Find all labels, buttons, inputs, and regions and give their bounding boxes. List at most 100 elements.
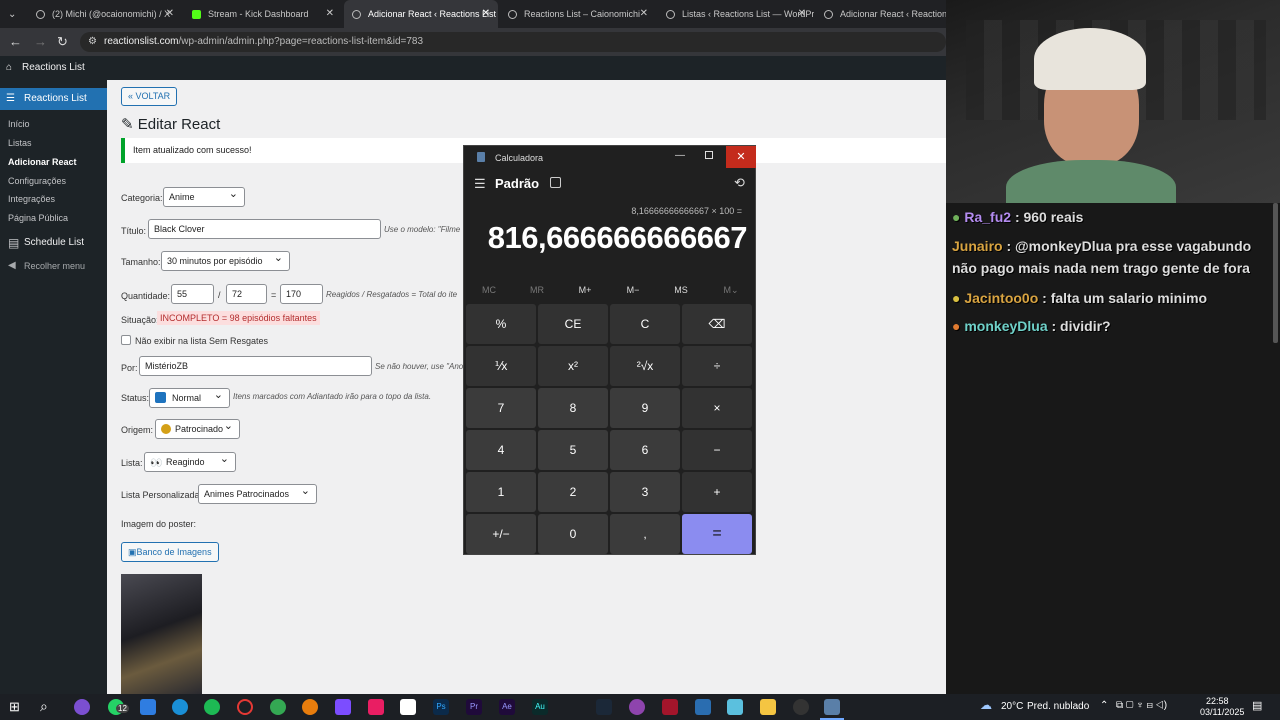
- plus-key[interactable]: +: [682, 472, 752, 512]
- two-key[interactable]: 2: [538, 472, 608, 512]
- steam-icon[interactable]: [596, 699, 612, 715]
- memory-recall-button[interactable]: MR: [517, 285, 557, 295]
- zero-key[interactable]: 0: [538, 514, 608, 554]
- blender-icon[interactable]: [302, 699, 318, 715]
- five-key[interactable]: 5: [538, 430, 608, 470]
- eight-key[interactable]: 8: [538, 388, 608, 428]
- site-info-icon[interactable]: ⚙: [88, 32, 97, 52]
- forward-arrow-icon[interactable]: →: [34, 34, 47, 49]
- file-explorer-icon[interactable]: [760, 699, 776, 715]
- audition-icon[interactable]: Au: [532, 699, 548, 715]
- chrome-icon[interactable]: [270, 699, 286, 715]
- memory-list-button[interactable]: M⌄: [711, 285, 751, 296]
- vscode-icon[interactable]: [695, 699, 711, 715]
- photoshop-icon[interactable]: Ps: [433, 699, 449, 715]
- calculator-taskbar-icon[interactable]: [824, 699, 840, 715]
- premiere-icon[interactable]: Pr: [466, 699, 482, 715]
- app-icon-4[interactable]: [662, 699, 678, 715]
- close-tab-icon[interactable]: ✕: [482, 8, 490, 19]
- total-input[interactable]: 170: [280, 284, 323, 304]
- edge-icon[interactable]: [172, 699, 188, 715]
- one-key[interactable]: 1: [466, 472, 536, 512]
- tab-list-button[interactable]: ⌄: [0, 0, 26, 28]
- weather-cloud-icon[interactable]: ☁: [980, 698, 992, 712]
- sidebar-item-inicio[interactable]: Início: [8, 119, 30, 129]
- home-icon[interactable]: ⌂: [6, 56, 12, 80]
- collapse-menu-button[interactable]: Recolher menu: [24, 261, 85, 271]
- six-key[interactable]: 6: [610, 430, 680, 470]
- site-name-link[interactable]: Reactions List: [22, 62, 85, 73]
- reload-icon[interactable]: ↻: [57, 34, 68, 50]
- negate-key[interactable]: +/−: [466, 514, 536, 554]
- notion-icon[interactable]: [400, 699, 416, 715]
- app-icon-3[interactable]: [629, 699, 645, 715]
- memory-clear-button[interactable]: MC: [469, 285, 509, 295]
- spotify-icon[interactable]: [204, 699, 220, 715]
- reagidos-input[interactable]: 55: [171, 284, 214, 304]
- tab-twitter[interactable]: (2) Michi (@ocaionomichi) / X ✕: [28, 0, 182, 28]
- status-select[interactable]: Normal: [149, 386, 230, 408]
- sidebar-item-schedule-list[interactable]: Schedule List: [24, 237, 84, 248]
- clear-key[interactable]: C: [610, 304, 680, 344]
- four-key[interactable]: 4: [466, 430, 536, 470]
- nine-key[interactable]: 9: [610, 388, 680, 428]
- sidebar-item-adicionar-react[interactable]: Adicionar React: [8, 157, 77, 167]
- app-icon-5[interactable]: [727, 699, 743, 715]
- sidebar-item-listas[interactable]: Listas: [8, 138, 32, 148]
- memory-store-button[interactable]: MS: [661, 285, 701, 295]
- equals-key[interactable]: =: [682, 514, 752, 554]
- close-tab-icon[interactable]: ✕: [798, 8, 806, 19]
- clock-date[interactable]: 03/11/2025: [1200, 707, 1244, 717]
- clock-time[interactable]: 22:58: [1206, 696, 1229, 706]
- banco-imagens-button[interactable]: ▣Banco de Imagens: [121, 542, 219, 562]
- opera-icon[interactable]: [237, 699, 253, 715]
- divide-key[interactable]: ÷: [682, 346, 752, 386]
- three-key[interactable]: 3: [610, 472, 680, 512]
- url-field[interactable]: ⚙ reactionslist.com/wp-admin/admin.php?pa…: [80, 32, 946, 52]
- sem-resgates-checkbox[interactable]: [121, 335, 131, 345]
- lista-personalizada-select[interactable]: Animes Patrocinados: [198, 482, 317, 504]
- hamburger-menu-icon[interactable]: ☰: [474, 176, 486, 192]
- square-key[interactable]: x²: [538, 346, 608, 386]
- windows-start-icon[interactable]: ⊞: [9, 699, 20, 715]
- tab-kick[interactable]: Stream - Kick Dashboard ✕: [184, 0, 342, 28]
- close-tab-icon[interactable]: ✕: [640, 8, 648, 19]
- close-window-button[interactable]: ✕: [726, 146, 756, 168]
- categoria-select[interactable]: Anime: [163, 185, 245, 207]
- app-icon[interactable]: [140, 699, 156, 715]
- chat-scrollbar[interactable]: [1273, 203, 1278, 343]
- origem-select[interactable]: Patrocinado: [155, 417, 240, 439]
- sidebar-item-pagina-publica[interactable]: Página Pública: [8, 213, 68, 223]
- tab-reactions-list[interactable]: Reactions List – Caionomichi ✕: [500, 0, 656, 28]
- back-arrow-icon[interactable]: ←: [9, 34, 22, 49]
- tray-icons[interactable]: ⧉ ▢ ♆ ⊟ ◁): [1116, 700, 1167, 711]
- memory-add-button[interactable]: M+: [565, 285, 605, 295]
- figma-icon[interactable]: [368, 699, 384, 715]
- history-icon[interactable]: ⟲: [734, 175, 745, 191]
- seven-key[interactable]: 7: [466, 388, 536, 428]
- chevron-up-icon[interactable]: ⌃: [1100, 700, 1108, 711]
- maximize-icon[interactable]: [705, 151, 713, 159]
- tamanho-select[interactable]: 30 minutos por episódio: [161, 249, 290, 271]
- titulo-input[interactable]: Black Clover: [148, 219, 381, 239]
- reciprocal-key[interactable]: ⅟x: [466, 346, 536, 386]
- decimal-key[interactable]: ,: [610, 514, 680, 554]
- notification-icon[interactable]: ▤: [1252, 699, 1262, 712]
- search-icon[interactable]: ⌕: [40, 698, 48, 715]
- por-input[interactable]: MistérioZB: [139, 356, 372, 376]
- lista-select[interactable]: 👀 Reagindo: [144, 450, 236, 472]
- obs-icon[interactable]: [793, 699, 809, 715]
- tab-listas[interactable]: Listas ‹ Reactions List — WordPress ✕: [658, 0, 814, 28]
- weather-desc[interactable]: Pred. nublado: [1027, 701, 1089, 712]
- sidebar-item-integracoes[interactable]: Integrações: [8, 194, 55, 204]
- tab-adicionar-react-2[interactable]: Adicionar React ‹ Reactions List: [816, 0, 946, 28]
- after-effects-icon[interactable]: Ae: [499, 699, 515, 715]
- app-icon-2[interactable]: [335, 699, 351, 715]
- minus-key[interactable]: −: [682, 430, 752, 470]
- clear-entry-key[interactable]: CE: [538, 304, 608, 344]
- tab-adicionar-react[interactable]: Adicionar React ‹ Reactions List ✕: [344, 0, 498, 28]
- keep-on-top-icon[interactable]: [550, 177, 561, 188]
- weather-temp[interactable]: 20°C: [1001, 701, 1023, 712]
- sidebar-item-configuracoes[interactable]: Configurações: [8, 176, 66, 186]
- memory-subtract-button[interactable]: M−: [613, 285, 653, 295]
